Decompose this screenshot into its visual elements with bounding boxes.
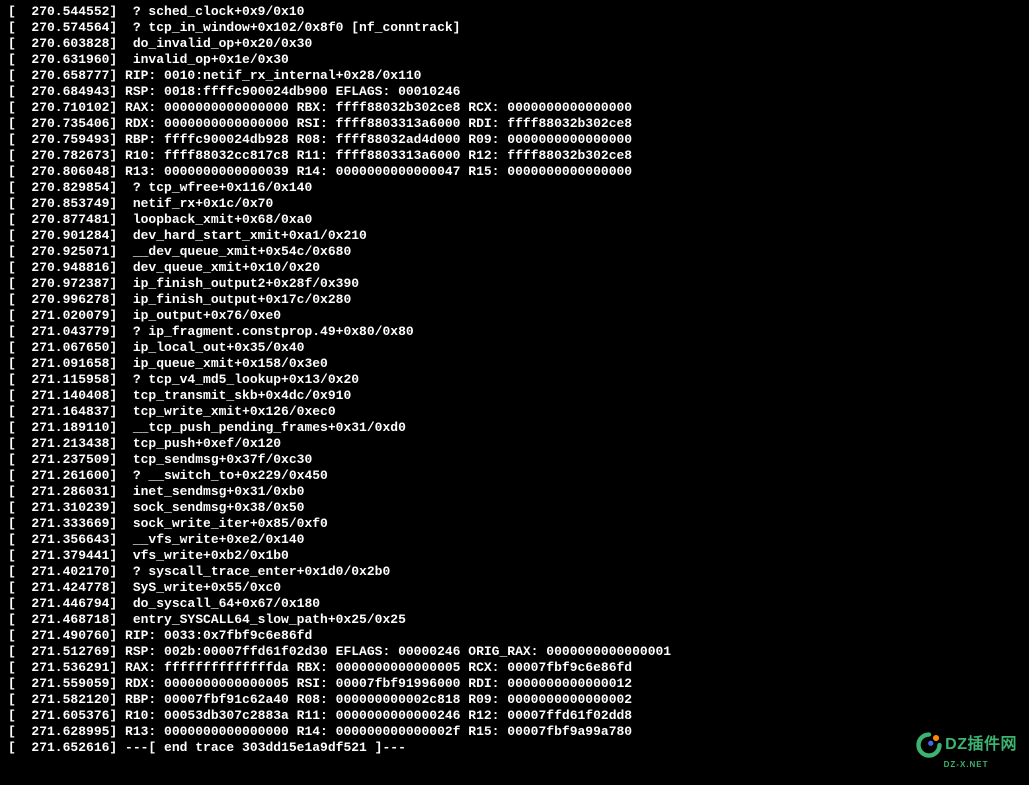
kernel-log-line: [ 270.829854] ? tcp_wfree+0x116/0x140 bbox=[8, 180, 1021, 196]
watermark-icon bbox=[915, 731, 943, 759]
kernel-log-line: [ 271.652616] ---[ end trace 303dd15e1a9… bbox=[8, 740, 1021, 756]
watermark: DZ插件网 DZ-X.NET bbox=[915, 731, 1017, 773]
kernel-log-line: [ 271.582120] RBP: 00007fbf91c62a40 R08:… bbox=[8, 692, 1021, 708]
kernel-log-line: [ 271.261600] ? __switch_to+0x229/0x450 bbox=[8, 468, 1021, 484]
kernel-log-line: [ 271.356643] __vfs_write+0xe2/0x140 bbox=[8, 532, 1021, 548]
kernel-log-line: [ 270.710102] RAX: 0000000000000000 RBX:… bbox=[8, 100, 1021, 116]
kernel-log-line: [ 270.948816] dev_queue_xmit+0x10/0x20 bbox=[8, 260, 1021, 276]
kernel-log-line: [ 271.310239] sock_sendmsg+0x38/0x50 bbox=[8, 500, 1021, 516]
kernel-log-line: [ 270.574564] ? tcp_in_window+0x102/0x8f… bbox=[8, 20, 1021, 36]
kernel-log-line: [ 271.446794] do_syscall_64+0x67/0x180 bbox=[8, 596, 1021, 612]
kernel-log-line: [ 271.043779] ? ip_fragment.constprop.49… bbox=[8, 324, 1021, 340]
kernel-log-line: [ 270.925071] __dev_queue_xmit+0x54c/0x6… bbox=[8, 244, 1021, 260]
kernel-log-line: [ 270.603828] do_invalid_op+0x20/0x30 bbox=[8, 36, 1021, 52]
kernel-log-line: [ 270.853749] netif_rx+0x1c/0x70 bbox=[8, 196, 1021, 212]
kernel-log-line: [ 270.544552] ? sched_clock+0x9/0x10 bbox=[8, 4, 1021, 20]
kernel-log-line: [ 271.020079] ip_output+0x76/0xe0 bbox=[8, 308, 1021, 324]
kernel-log-line: [ 271.402170] ? syscall_trace_enter+0x1d… bbox=[8, 564, 1021, 580]
kernel-log-line: [ 271.333669] sock_write_iter+0x85/0xf0 bbox=[8, 516, 1021, 532]
kernel-log-line: [ 270.684943] RSP: 0018:ffffc900024db900… bbox=[8, 84, 1021, 100]
kernel-log-line: [ 271.628995] R13: 0000000000000000 R14:… bbox=[8, 724, 1021, 740]
kernel-log-line: [ 270.901284] dev_hard_start_xmit+0xa1/0… bbox=[8, 228, 1021, 244]
watermark-sub-text: DZ-X.NET bbox=[944, 757, 989, 773]
kernel-log-line: [ 270.735406] RDX: 0000000000000000 RSI:… bbox=[8, 116, 1021, 132]
kernel-log-line: [ 271.379441] vfs_write+0xb2/0x1b0 bbox=[8, 548, 1021, 564]
kernel-log-line: [ 271.115958] ? tcp_v4_md5_lookup+0x13/0… bbox=[8, 372, 1021, 388]
kernel-log-line: [ 271.067650] ip_local_out+0x35/0x40 bbox=[8, 340, 1021, 356]
kernel-log-line: [ 270.782673] R10: ffff88032cc817c8 R11:… bbox=[8, 148, 1021, 164]
watermark-logo: DZ插件网 bbox=[915, 731, 1017, 759]
kernel-log-line: [ 271.140408] tcp_transmit_skb+0x4dc/0x9… bbox=[8, 388, 1021, 404]
kernel-log-line: [ 271.605376] R10: 00053db307c2883a R11:… bbox=[8, 708, 1021, 724]
kernel-log-line: [ 271.091658] ip_queue_xmit+0x158/0x3e0 bbox=[8, 356, 1021, 372]
kernel-log-line: [ 270.806048] R13: 0000000000000039 R14:… bbox=[8, 164, 1021, 180]
kernel-log-line: [ 271.536291] RAX: ffffffffffffffda RBX:… bbox=[8, 660, 1021, 676]
kernel-log-line: [ 271.189110] __tcp_push_pending_frames+… bbox=[8, 420, 1021, 436]
watermark-main-text: DZ插件网 bbox=[945, 737, 1017, 753]
kernel-log-line: [ 271.512769] RSP: 002b:00007ffd61f02d30… bbox=[8, 644, 1021, 660]
kernel-log-line: [ 271.490760] RIP: 0033:0x7fbf9c6e86fd bbox=[8, 628, 1021, 644]
kernel-log-line: [ 270.658777] RIP: 0010:netif_rx_interna… bbox=[8, 68, 1021, 84]
kernel-log-line: [ 271.164837] tcp_write_xmit+0x126/0xec0 bbox=[8, 404, 1021, 420]
kernel-log-line: [ 270.759493] RBP: ffffc900024db928 R08:… bbox=[8, 132, 1021, 148]
kernel-log-line: [ 270.877481] loopback_xmit+0x68/0xa0 bbox=[8, 212, 1021, 228]
kernel-log-line: [ 270.631960] invalid_op+0x1e/0x30 bbox=[8, 52, 1021, 68]
kernel-log-line: [ 271.468718] entry_SYSCALL64_slow_path+… bbox=[8, 612, 1021, 628]
kernel-log-line: [ 270.972387] ip_finish_output2+0x28f/0x… bbox=[8, 276, 1021, 292]
kernel-log-line: [ 271.237509] tcp_sendmsg+0x37f/0xc30 bbox=[8, 452, 1021, 468]
kernel-log-line: [ 270.996278] ip_finish_output+0x17c/0x2… bbox=[8, 292, 1021, 308]
kernel-log-line: [ 271.559059] RDX: 0000000000000005 RSI:… bbox=[8, 676, 1021, 692]
terminal-output: [ 270.544552] ? sched_clock+0x9/0x10[ 27… bbox=[8, 4, 1021, 756]
kernel-log-line: [ 271.424778] SyS_write+0x55/0xc0 bbox=[8, 580, 1021, 596]
kernel-log-line: [ 271.286031] inet_sendmsg+0x31/0xb0 bbox=[8, 484, 1021, 500]
kernel-log-line: [ 271.213438] tcp_push+0xef/0x120 bbox=[8, 436, 1021, 452]
